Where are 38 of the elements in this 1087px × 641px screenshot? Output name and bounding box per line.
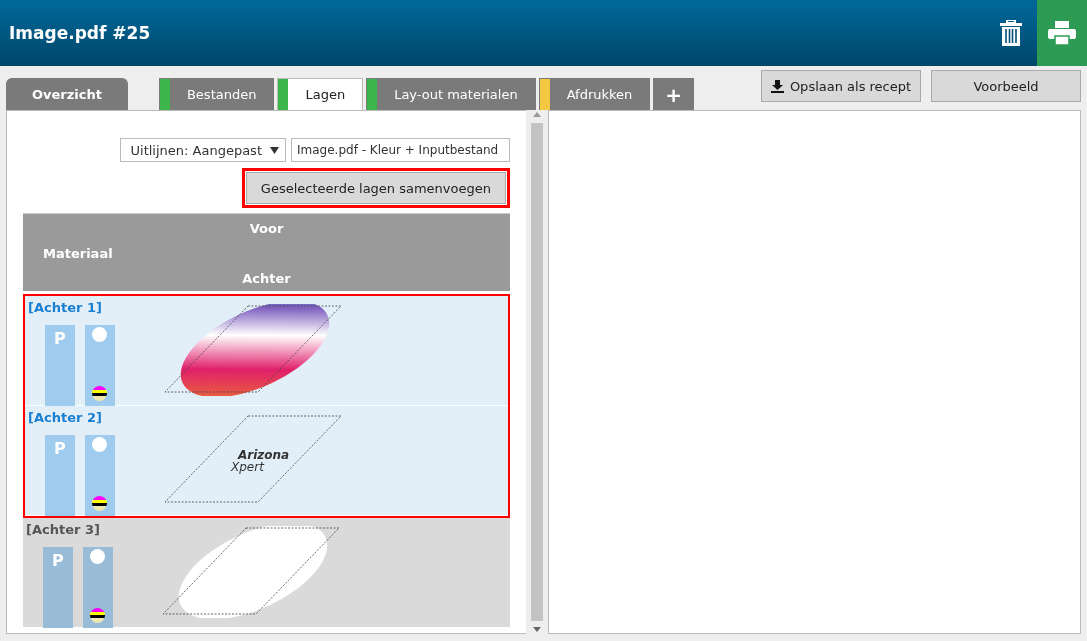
scroll-up-icon xyxy=(533,112,541,117)
logo-text: Arizona xyxy=(238,448,290,462)
scroll-down-icon xyxy=(533,627,541,632)
tab[interactable]: Lagen xyxy=(277,78,364,110)
print-mode-label: P xyxy=(54,329,66,348)
align-select[interactable]: Uitlijnen: Aangepast xyxy=(119,138,286,162)
tab[interactable]: Overzicht xyxy=(6,78,128,110)
ink-icon xyxy=(92,386,107,401)
ink-dot-icon xyxy=(92,437,107,452)
printer-icon xyxy=(1048,21,1076,45)
ink-icon xyxy=(92,496,107,511)
dropdown-caret-icon xyxy=(270,146,279,154)
ink-icon xyxy=(90,608,105,623)
ink-dot-icon xyxy=(90,549,105,564)
action-button[interactable]: Voorbeeld xyxy=(931,70,1081,102)
print-mode-label: P xyxy=(52,551,64,570)
column-heading: Achter xyxy=(241,269,292,288)
layer-row[interactable]: [Achter 1] P xyxy=(25,296,508,406)
tab[interactable]: Lay-out materialen xyxy=(366,78,536,110)
action-button[interactable]: Opslaan als recept xyxy=(761,70,921,102)
layer-row[interactable]: [Achter 3] P xyxy=(23,518,510,628)
print-mode-label: P xyxy=(54,439,66,458)
layer-name: [Achter 1] xyxy=(28,300,102,315)
layer-row[interactable]: [Achter 2] P Arizona Xpert xyxy=(25,406,508,516)
trash-icon xyxy=(1000,20,1022,46)
logo-text: Xpert xyxy=(231,460,264,474)
layer-name: [Achter 3] xyxy=(26,522,100,537)
column-heading: Voor xyxy=(248,219,285,238)
tab[interactable]: + xyxy=(653,78,695,110)
column-heading: Materiaal xyxy=(42,244,114,263)
window-title: Image.pdf #25 xyxy=(8,23,152,43)
file-field[interactable]: Image.pdf - Kleur + Inputbestand xyxy=(291,138,510,162)
ink-dot-icon xyxy=(92,327,107,342)
scrollbar[interactable] xyxy=(530,110,544,634)
layer-name: [Achter 2] xyxy=(28,410,102,425)
download-icon xyxy=(770,79,784,93)
tab[interactable]: Bestanden xyxy=(158,78,275,110)
tab[interactable]: Afdrukken xyxy=(538,78,651,110)
